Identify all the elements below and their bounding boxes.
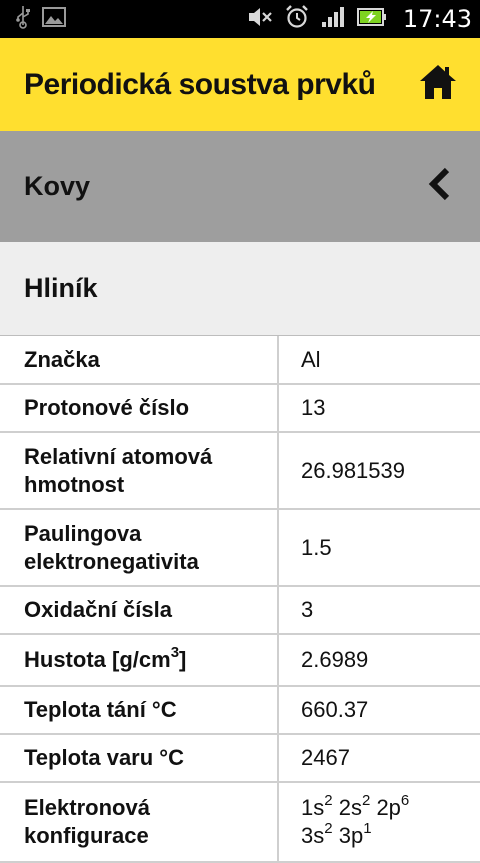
table-row: Paulingova elektronegativita 1.5 xyxy=(0,509,480,587)
property-label: Teplota varu °C xyxy=(0,734,279,783)
property-value: 3 xyxy=(278,586,480,635)
app-title: Periodická soustva prvků xyxy=(24,67,376,101)
table-row: Elektronová konfigurace 1s2 2s2 2p6 3s2 … xyxy=(0,782,480,863)
table-row: Teplota varu °C 2467 xyxy=(0,734,480,783)
property-label: Protonové číslo xyxy=(0,384,279,433)
home-icon xyxy=(418,63,458,106)
alarm-icon xyxy=(285,4,309,34)
table-row: Značka Al xyxy=(0,336,480,385)
table-row: Oxidační čísla 3 xyxy=(0,586,480,635)
property-value: 2467 xyxy=(278,734,480,783)
status-bar-right: 17:43 xyxy=(247,4,472,34)
property-value: 2.6989 xyxy=(278,634,480,687)
signal-icon xyxy=(321,6,345,33)
property-label: Paulingova elektronegativita xyxy=(0,509,279,587)
status-bar: 17:43 xyxy=(0,0,480,38)
property-label: Hustota [g/cm3] xyxy=(0,634,279,687)
property-value: 26.981539 xyxy=(278,432,480,510)
property-value: Al xyxy=(278,336,480,385)
properties-table: Značka Al Protonové číslo 13 Relativní a… xyxy=(0,336,480,863)
property-label: Značka xyxy=(0,336,279,385)
density-label-text: Hustota [g/cm xyxy=(24,647,171,672)
orbital: 1s2 xyxy=(301,792,333,820)
chevron-left-icon xyxy=(428,167,450,206)
gallery-icon xyxy=(42,6,66,32)
usb-icon xyxy=(16,5,30,34)
app-bar: Periodická soustva prvků xyxy=(0,38,480,131)
density-label-exponent: 3 xyxy=(170,644,180,661)
table-row: Hustota [g/cm3] 2.6989 xyxy=(0,634,480,687)
property-label: Relativní atomová hmotnost xyxy=(0,432,279,510)
orbital: 2p6 xyxy=(376,792,410,820)
property-label: Teplota tání °C xyxy=(0,686,279,735)
category-title: Kovy xyxy=(24,171,91,201)
table-row: Teplota tání °C 660.37 xyxy=(0,686,480,735)
orbital: 2s2 xyxy=(338,792,371,820)
category-header: Kovy xyxy=(0,131,480,242)
density-label-bracket: ] xyxy=(179,647,187,672)
clock-time: 17:43 xyxy=(402,5,472,33)
home-button[interactable] xyxy=(416,63,460,107)
property-label: Oxidační čísla xyxy=(0,586,279,635)
property-value: 13 xyxy=(278,384,480,433)
element-name: Hliník xyxy=(24,273,98,303)
element-header: Hliník xyxy=(0,242,480,336)
battery-icon xyxy=(356,6,387,33)
property-value: 660.37 xyxy=(278,686,480,735)
property-value: 1.5 xyxy=(278,509,480,587)
table-row: Protonové číslo 13 xyxy=(0,384,480,433)
status-bar-left xyxy=(16,5,66,34)
mute-icon xyxy=(247,6,273,33)
electron-configuration: 1s2 2s2 2p6 3s2 3p1 xyxy=(278,782,480,863)
property-label: Elektronová konfigurace xyxy=(0,782,279,863)
orbital: 3s2 xyxy=(301,820,333,848)
table-row: Relativní atomová hmotnost 26.981539 xyxy=(0,432,480,510)
orbital: 3p1 xyxy=(338,820,372,848)
back-button[interactable] xyxy=(424,167,454,207)
